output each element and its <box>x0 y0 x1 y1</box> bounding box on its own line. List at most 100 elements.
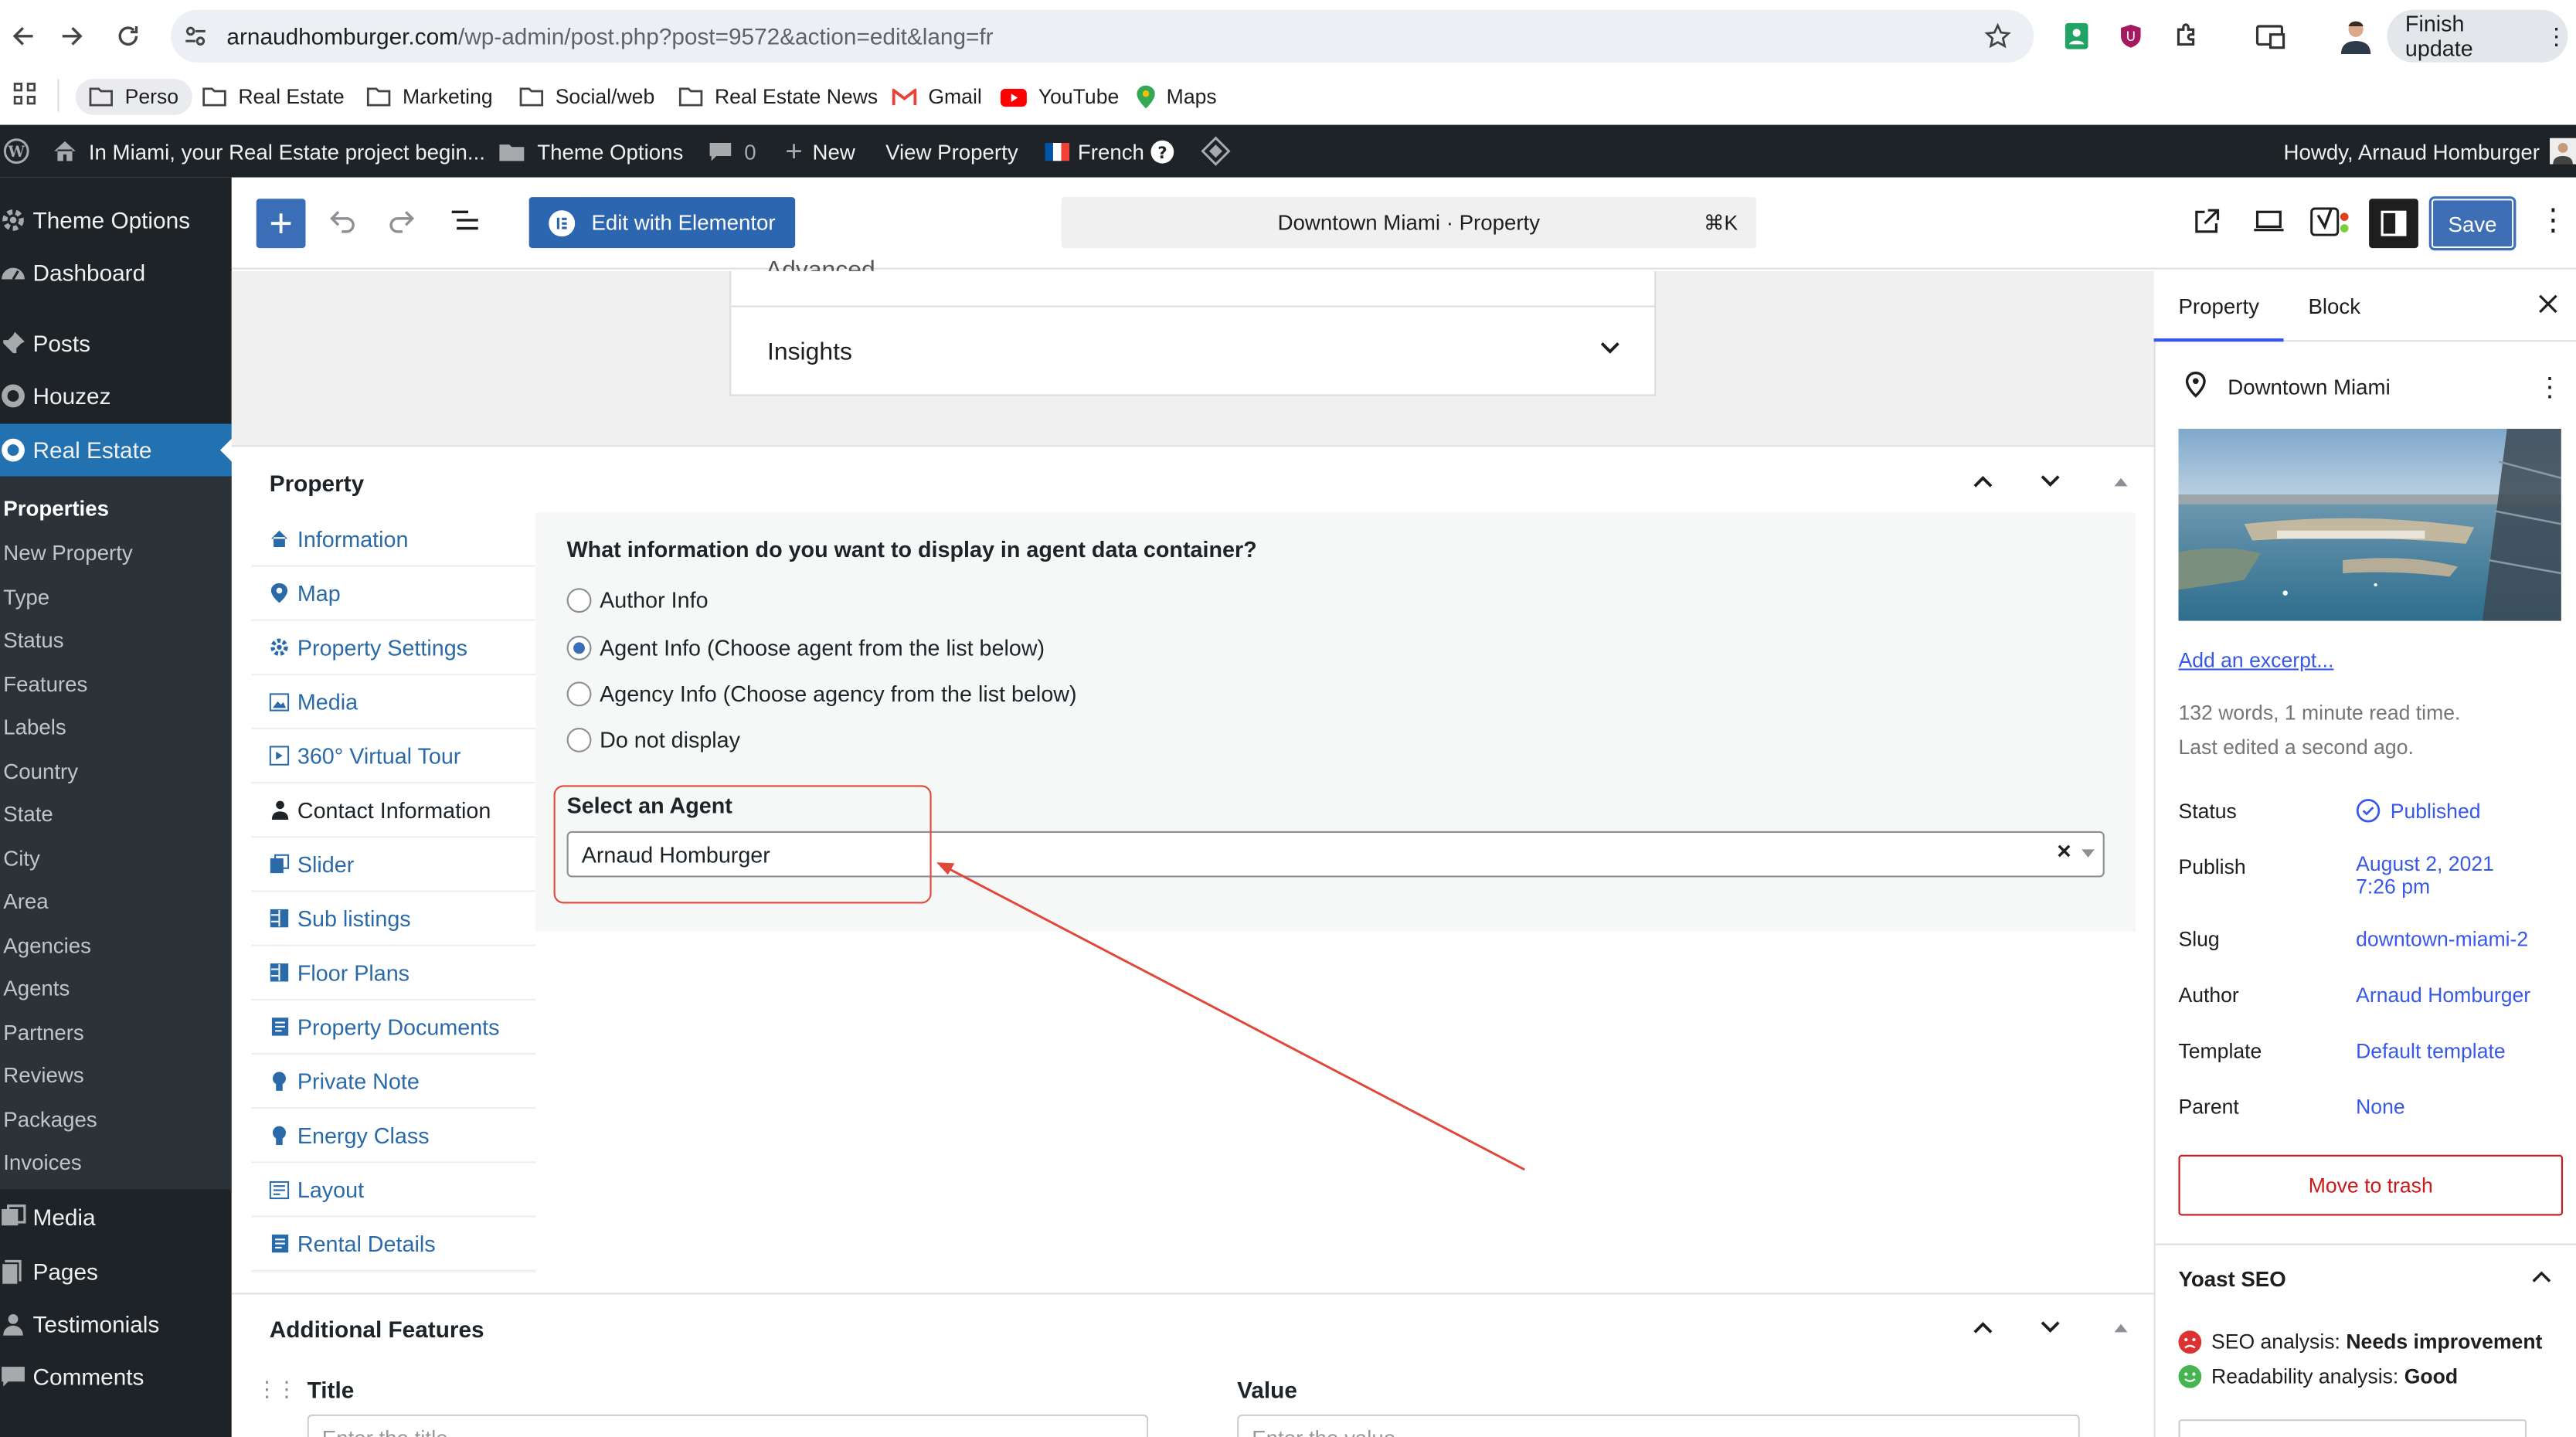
drag-handle-icon[interactable]: ⋮⋮ <box>257 1377 297 1403</box>
comments-link[interactable]: 0 <box>708 125 756 178</box>
cast-icon[interactable] <box>2255 23 2285 49</box>
apps-grid-icon[interactable] <box>13 82 36 105</box>
close-icon[interactable] <box>2538 294 2558 314</box>
move-up-icon[interactable] <box>1972 473 1995 489</box>
radio-button[interactable] <box>566 588 592 613</box>
site-name-link[interactable]: In Miami, your Real Estate project begin… <box>53 125 485 178</box>
clear-selection-icon[interactable]: × <box>2057 837 2071 865</box>
featured-image[interactable] <box>2178 428 2561 621</box>
add-excerpt-link[interactable]: Add an excerpt... <box>2178 649 2333 672</box>
yoast-button-partial[interactable] <box>2178 1419 2527 1437</box>
tab-layout[interactable]: Layout <box>251 1163 536 1218</box>
tab-sub-listings[interactable]: Sub listings <box>251 892 536 946</box>
submenu-features[interactable]: Features <box>3 672 87 697</box>
howdy-account-menu[interactable]: Howdy, Arnaud Homburger <box>2284 125 2576 178</box>
feature-title-input[interactable]: Enter the title <box>307 1414 1149 1437</box>
edit-with-elementor-button[interactable]: Edit with Elementor <box>528 197 796 249</box>
yoast-panel-title[interactable]: Yoast SEO <box>2178 1266 2285 1291</box>
tab-information[interactable]: Information <box>251 512 536 567</box>
sidebar-item-posts[interactable]: Posts <box>0 317 232 369</box>
language-switcher[interactable]: French ? <box>1045 125 1175 178</box>
theme-options-link[interactable]: Theme Options <box>498 125 683 178</box>
status-value[interactable]: Published <box>2356 798 2481 823</box>
bookmark-youtube[interactable]: YouTube <box>1000 79 1119 115</box>
new-content-link[interactable]: + New <box>785 125 855 178</box>
bookmark-marketing[interactable]: Marketing <box>366 79 493 115</box>
yoast-seo-icon[interactable] <box>2310 206 2353 239</box>
redo-icon[interactable] <box>388 207 417 236</box>
move-to-trash-button[interactable]: Move to trash <box>2178 1154 2564 1216</box>
collapse-toggle-icon[interactable] <box>2112 1321 2129 1334</box>
collapse-toggle-icon[interactable] <box>2112 475 2129 488</box>
tab-360-virtual-tour[interactable]: 360° Virtual Tour <box>251 729 536 784</box>
document-overview-icon[interactable] <box>450 209 480 235</box>
move-up-icon[interactable] <box>1972 1319 1995 1335</box>
move-down-icon[interactable] <box>2039 473 2062 489</box>
radio-author-info[interactable]: Author Info <box>566 588 709 613</box>
submenu-status[interactable]: Status <box>3 627 63 652</box>
sidebar-item-houzez[interactable]: Houzez <box>0 369 232 422</box>
chevron-up-icon[interactable] <box>2532 1270 2552 1283</box>
parent-value[interactable]: None <box>2356 1096 2405 1119</box>
template-value[interactable]: Default template <box>2356 1040 2506 1063</box>
reload-button[interactable] <box>108 16 148 56</box>
block-inserter-button[interactable] <box>256 199 306 249</box>
radio-agent-info[interactable]: Agent Info (Choose agent from the list b… <box>566 635 1045 661</box>
tab-media[interactable]: Media <box>251 674 536 730</box>
bookmark-maps[interactable]: Maps <box>1137 79 1217 115</box>
site-info-icon[interactable] <box>182 23 209 49</box>
wordpress-logo-icon[interactable]: W <box>3 125 29 178</box>
sidebar-item-testimonials[interactable]: Testimonials <box>0 1298 232 1350</box>
bookmark-social-web[interactable]: Social/web <box>519 79 654 115</box>
sidebar-item-comments[interactable]: Comments <box>0 1350 232 1403</box>
extensions-puzzle-icon[interactable] <box>2173 22 2203 51</box>
chevron-down-icon[interactable] <box>1599 340 1622 356</box>
diamond-icon[interactable] <box>1201 125 1231 178</box>
radio-button[interactable] <box>566 681 592 707</box>
feature-value-input[interactable]: Enter the value <box>1237 1414 2080 1437</box>
sidebar-item-media[interactable]: Media <box>0 1191 232 1244</box>
tab-floor-plans[interactable]: Floor Plans <box>251 946 536 1000</box>
radio-button-selected[interactable] <box>566 635 592 661</box>
move-down-icon[interactable] <box>2039 1319 2062 1335</box>
submenu-area[interactable]: Area <box>3 888 48 913</box>
sidebar-item-dashboard[interactable]: Dashboard <box>0 246 232 299</box>
submenu-city[interactable]: City <box>3 846 40 871</box>
submenu-reviews[interactable]: Reviews <box>3 1063 83 1088</box>
tab-rental-details[interactable]: Rental Details <box>251 1217 536 1272</box>
bookmark-real-estate-news[interactable]: Real Estate News <box>678 79 878 115</box>
extension-contacts-icon[interactable] <box>2065 22 2088 49</box>
settings-sidebar-toggle[interactable] <box>2369 199 2418 249</box>
radio-button[interactable] <box>566 727 592 752</box>
bookmark-perso[interactable]: Perso <box>75 79 192 115</box>
tab-property-documents[interactable]: Property Documents <box>251 1000 536 1055</box>
submenu-new-property[interactable]: New Property <box>3 541 132 566</box>
insights-section[interactable]: Insights <box>729 309 1656 395</box>
publish-date-value[interactable]: August 2, 2021 <box>2356 853 2494 876</box>
extension-ublock-icon[interactable]: U <box>2118 23 2144 49</box>
external-view-icon[interactable] <box>2191 207 2221 236</box>
tab-property[interactable]: Property <box>2178 294 2258 319</box>
submenu-partners[interactable]: Partners <box>3 1020 83 1045</box>
publish-time-value[interactable]: 7:26 pm <box>2356 875 2430 899</box>
preview-device-icon[interactable] <box>2252 209 2285 235</box>
tab-contact-information[interactable]: Contact Information <box>251 783 536 838</box>
author-value[interactable]: Arnaud Homburger <box>2356 984 2530 1007</box>
radio-agency-info[interactable]: Agency Info (Choose agency from the list… <box>566 681 1077 707</box>
tab-block[interactable]: Block <box>2308 294 2360 319</box>
submenu-type[interactable]: Type <box>3 585 49 610</box>
finish-update-button[interactable]: Finish update ⋮ <box>2387 9 2568 63</box>
options-more-icon[interactable]: ⋮ <box>2538 204 2568 239</box>
tab-slider[interactable]: Slider <box>251 837 536 892</box>
submenu-invoices[interactable]: Invoices <box>3 1150 81 1174</box>
tab-map[interactable]: Map <box>251 566 536 621</box>
bookmark-gmail[interactable]: Gmail <box>892 79 982 115</box>
sidebar-item-pages[interactable]: Pages <box>0 1245 232 1298</box>
forward-button[interactable] <box>53 16 92 56</box>
submenu-agents[interactable]: Agents <box>3 976 70 1000</box>
sidebar-item-real-estate[interactable]: Real Estate <box>0 423 232 477</box>
submenu-properties[interactable]: Properties <box>3 496 109 521</box>
save-button[interactable]: Save <box>2431 199 2514 249</box>
slug-value[interactable]: downtown-miami-2 <box>2356 928 2528 951</box>
tab-property-settings[interactable]: Property Settings <box>251 620 536 675</box>
